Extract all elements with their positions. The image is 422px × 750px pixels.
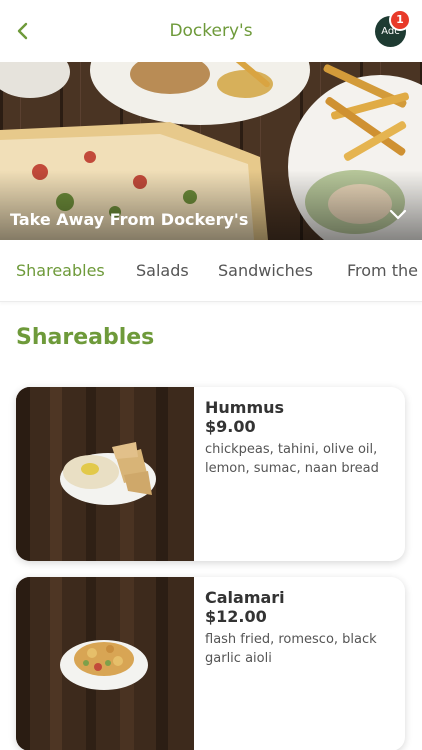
- hero-banner[interactable]: Take Away From Dockery's: [0, 62, 422, 240]
- expand-button[interactable]: [388, 207, 408, 223]
- menu-item-photo: [16, 577, 194, 750]
- hero-title: Take Away From Dockery's: [10, 210, 249, 229]
- top-bar: Dockery's Adc 1: [0, 0, 422, 62]
- hero-shade: [0, 170, 422, 240]
- menu-item-name: Calamari: [205, 588, 285, 607]
- calamari-image: [16, 577, 194, 750]
- category-tabs: Shareables Salads Sandwiches From the: [0, 240, 422, 302]
- chevron-down-icon: [389, 209, 407, 220]
- menu-item-card[interactable]: Calamari $12.00 flash fried, romesco, bl…: [16, 577, 405, 750]
- tab-salads[interactable]: Salads: [136, 261, 189, 280]
- menu-item-description: flash fried, romesco, black garlic aioli: [205, 632, 377, 666]
- tab-from-the[interactable]: From the: [347, 261, 418, 280]
- tab-sandwiches[interactable]: Sandwiches: [218, 261, 313, 280]
- menu-item-photo: [16, 387, 194, 561]
- menu-item-price: $9.00: [205, 417, 256, 436]
- menu-item-price: $12.00: [205, 607, 267, 626]
- section-title: Shareables: [16, 325, 155, 350]
- page-title: Dockery's: [169, 21, 253, 41]
- hummus-image: [16, 387, 194, 561]
- menu-item-name: Hummus: [205, 398, 285, 417]
- cart-badge: 1: [389, 9, 411, 31]
- menu-item-description: chickpeas, tahini, olive oil, lemon, sum…: [205, 442, 379, 476]
- menu-item-card[interactable]: Hummus $9.00 chickpeas, tahini, olive oi…: [16, 387, 405, 561]
- tab-shareables[interactable]: Shareables: [16, 261, 105, 280]
